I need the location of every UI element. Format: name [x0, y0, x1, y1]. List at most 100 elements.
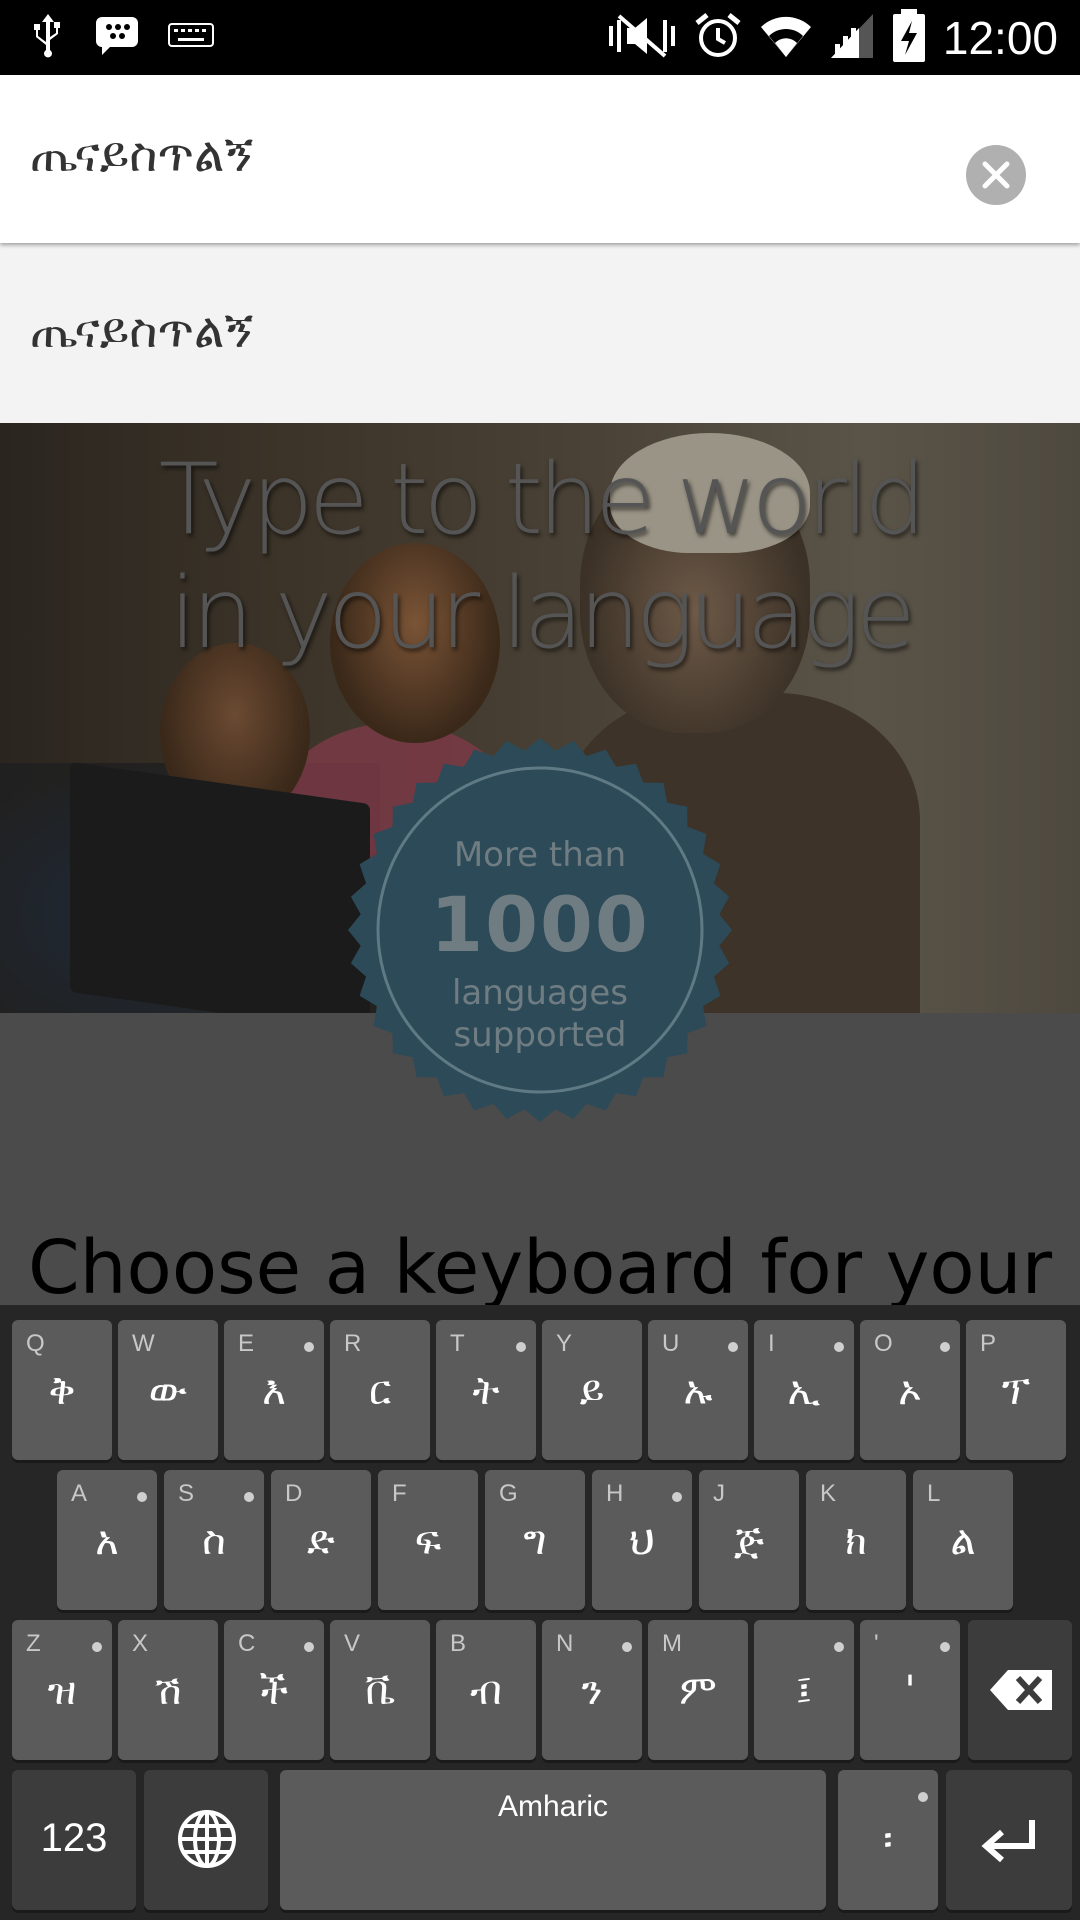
key-row3-5[interactable]: Nን — [542, 1620, 642, 1760]
key-row2-4[interactable]: Gግ — [485, 1470, 585, 1610]
key-hint: F — [392, 1480, 407, 1507]
key-hint: K — [820, 1480, 837, 1507]
key-glyph: ድ — [307, 1518, 335, 1564]
language-switch-key[interactable] — [144, 1770, 268, 1910]
key-row2-1[interactable]: Sስ — [164, 1470, 264, 1610]
clock-time: 12:00 — [942, 12, 1058, 64]
key-glyph: ስ — [202, 1518, 226, 1564]
suggestion-text: ጤናይስጥልኝ — [30, 303, 254, 359]
key-glyph: ሽ — [154, 1668, 182, 1714]
key-glyph: ን — [581, 1668, 603, 1714]
punctuation-key[interactable]: ፡ — [838, 1770, 938, 1910]
key-glyph: ቅ — [48, 1368, 76, 1414]
key-glyph: አ — [95, 1518, 119, 1564]
key-hint: N — [556, 1630, 574, 1657]
key-popup-dot — [672, 1492, 682, 1502]
key-hint: Q — [26, 1330, 45, 1357]
key-glyph: ህ — [629, 1518, 655, 1564]
key-popup-dot — [516, 1342, 526, 1352]
key-hint: O — [874, 1330, 893, 1357]
key-popup-dot — [137, 1492, 147, 1502]
key-popup-dot — [940, 1342, 950, 1352]
key-hint: D — [285, 1480, 303, 1507]
key-row3-4[interactable]: Bብ — [436, 1620, 536, 1760]
key-row1-7[interactable]: Iኢ — [754, 1320, 854, 1460]
keyboard-icon — [168, 20, 214, 54]
key-row3-0[interactable]: Zዝ — [12, 1620, 112, 1760]
key-popup-dot — [728, 1342, 738, 1352]
key-popup-dot — [918, 1792, 928, 1802]
key-hint: U — [662, 1330, 680, 1357]
key-glyph: ል — [950, 1518, 976, 1564]
key-glyph: ኡ — [683, 1368, 713, 1414]
key-hint: W — [132, 1330, 155, 1357]
backspace-key[interactable] — [968, 1620, 1072, 1760]
badge-line4: supported — [453, 1015, 627, 1055]
key-row2-7[interactable]: Kክ — [806, 1470, 906, 1610]
key-glyph: ዝ — [47, 1668, 77, 1714]
search-bar: ጤናይስጥልኝ — [0, 75, 1080, 243]
soft-keyboard: 123 Amharic ፡ QቅWውEእRርTትYይUኡIኢOኦPፕ A አ S… — [0, 1305, 1080, 1920]
key-popup-dot — [304, 1342, 314, 1352]
key-row3-1[interactable]: Xሽ — [118, 1620, 218, 1760]
enter-key[interactable] — [946, 1770, 1072, 1910]
key-row2-6[interactable]: Jጅ — [699, 1470, 799, 1610]
status-bar: 12:00 — [0, 0, 1080, 75]
key-glyph: ቬ — [364, 1668, 396, 1714]
key-glyph: ጅ — [734, 1518, 764, 1564]
space-key[interactable]: Amharic — [280, 1770, 826, 1910]
key-glyph: ኦ — [898, 1368, 922, 1414]
usb-icon — [30, 12, 66, 62]
alarm-icon — [693, 11, 743, 65]
key-row1-5[interactable]: Yይ — [542, 1320, 642, 1460]
key-hint: E — [238, 1330, 255, 1357]
key-row3-3[interactable]: Vቬ — [330, 1620, 430, 1760]
battery-charging-icon — [891, 9, 927, 67]
suggestion-item[interactable]: ጤናይስጥልኝ — [0, 243, 1080, 423]
key-row3-6[interactable]: Mም — [648, 1620, 748, 1760]
backspace-icon — [990, 1670, 1052, 1710]
key-row1-0[interactable]: Qቅ — [12, 1320, 112, 1460]
key-hint: T — [450, 1330, 465, 1357]
key-row2-5[interactable]: Hህ — [592, 1470, 692, 1610]
key-row2-3[interactable]: Fፍ — [378, 1470, 478, 1610]
key-popup-dot — [834, 1342, 844, 1352]
key-glyph: ፕ — [1001, 1368, 1031, 1414]
key-hint: P — [980, 1330, 997, 1357]
key-row1-4[interactable]: Tት — [436, 1320, 536, 1460]
key-glyph: ፍ — [414, 1518, 442, 1564]
key-row1-1[interactable]: Wው — [118, 1320, 218, 1460]
key-row3-7[interactable]: ፤ — [754, 1620, 854, 1760]
key-row1-2[interactable]: Eእ — [224, 1320, 324, 1460]
key-popup-dot — [940, 1642, 950, 1652]
key-row2-8[interactable]: Lል — [913, 1470, 1013, 1610]
key-row2-0[interactable]: Aአ — [57, 1470, 157, 1610]
key-popup-dot — [834, 1642, 844, 1652]
numbers-key[interactable]: 123 — [12, 1770, 136, 1910]
key-row1-9[interactable]: Pፕ — [966, 1320, 1066, 1460]
key-hint: V — [344, 1630, 361, 1657]
key-row3-8[interactable]: ' ' — [860, 1620, 960, 1760]
mute-icon — [607, 12, 677, 64]
badge-line3: languages — [451, 973, 628, 1013]
key-glyph: ' — [904, 1668, 916, 1714]
key-row3-2[interactable]: Cች — [224, 1620, 324, 1760]
key-glyph: ይ — [579, 1368, 605, 1414]
key-popup-dot — [622, 1642, 632, 1652]
key-popup-dot — [304, 1642, 314, 1652]
search-input[interactable]: ጤናይስጥልኝ — [30, 127, 253, 184]
clear-button[interactable] — [966, 145, 1026, 205]
key-hint: R — [344, 1330, 362, 1357]
key-row2-2[interactable]: Dድ — [271, 1470, 371, 1610]
bbm-icon — [94, 15, 140, 59]
key-hint: I — [768, 1330, 775, 1357]
wifi-icon — [759, 11, 813, 65]
languages-badge: More than 1000 languages supported — [345, 735, 735, 1125]
key-glyph: ፤ — [795, 1668, 813, 1714]
key-hint: H — [606, 1480, 624, 1507]
key-row1-8[interactable]: Oኦ — [860, 1320, 960, 1460]
key-hint: ' — [874, 1630, 879, 1657]
key-row1-6[interactable]: Uኡ — [648, 1320, 748, 1460]
status-bar-right: 12:00 — [607, 8, 1058, 68]
key-row1-3[interactable]: Rር — [330, 1320, 430, 1460]
